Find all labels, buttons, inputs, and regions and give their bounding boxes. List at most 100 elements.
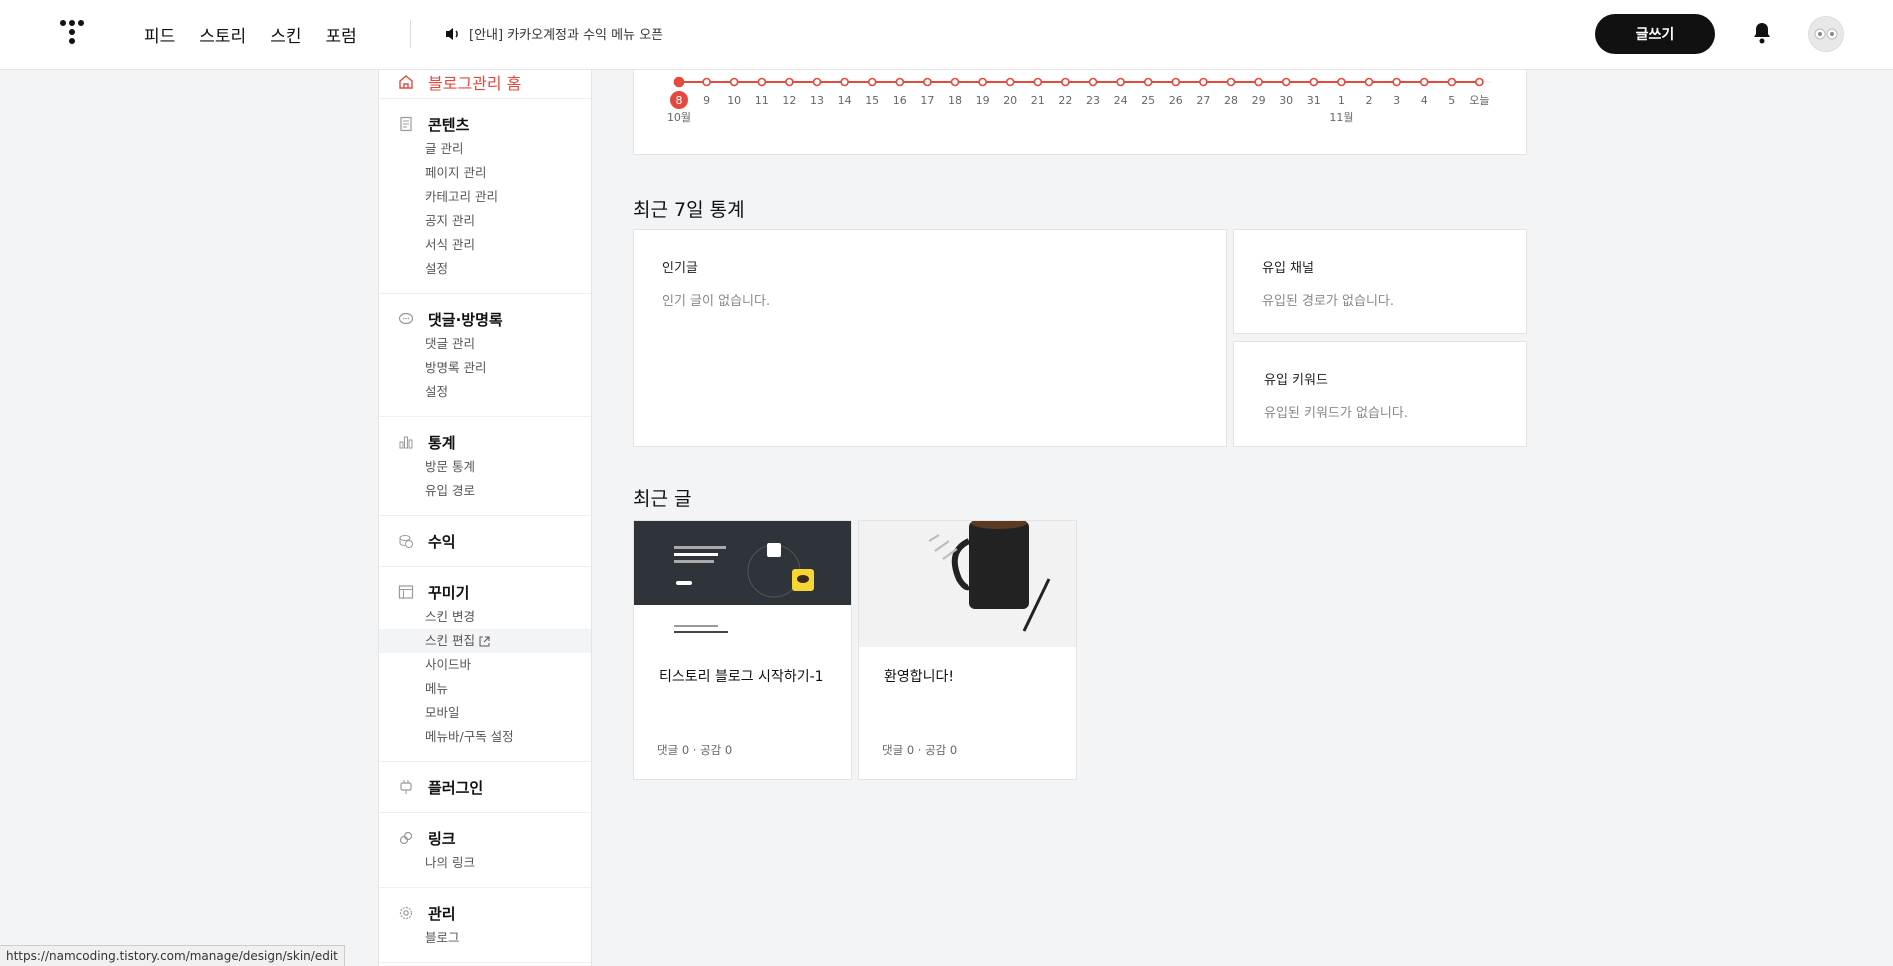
notice-banner[interactable]: [안내] 카카오계정과 수익 메뉴 오픈 [445, 24, 663, 43]
chart-tick-label: 23 [1086, 94, 1100, 107]
chart-tick-label: 19 [976, 94, 990, 107]
post-card[interactable]: 환영합니다! 댓글 0 · 공감 0 [858, 520, 1077, 780]
keyword-empty: 유입된 키워드가 없습니다. [1264, 406, 1408, 421]
sidebar-item-label: 설정 [425, 384, 449, 399]
sidebar-home-label: 블로그관리 홈 [428, 74, 522, 93]
sidebar-item[interactable]: 방문 통계 [379, 455, 591, 479]
sidebar-home-section: 블로그관리 홈 [379, 70, 591, 99]
nav-skin[interactable]: 스킨 [270, 22, 301, 47]
bar-chart-icon [397, 433, 415, 451]
chart-point[interactable] [950, 77, 960, 87]
chart-point[interactable] [1475, 77, 1484, 87]
notice-text: [안내] 카카오계정과 수익 메뉴 오픈 [469, 28, 664, 43]
sidebar-item[interactable]: 나의 링크 [379, 851, 591, 875]
chart-point[interactable] [1281, 77, 1291, 87]
sidebar-heading[interactable]: 수익 [379, 528, 591, 554]
chart-point[interactable] [1143, 77, 1153, 87]
sidebar-heading[interactable]: 꾸미기 [379, 579, 591, 605]
chart-tick-label: 29 [1252, 94, 1266, 107]
chart-point[interactable] [1005, 77, 1015, 87]
chart-point[interactable] [1309, 77, 1319, 87]
chart-point[interactable] [785, 77, 794, 87]
sidebar-item[interactable]: 방명록 관리 [379, 356, 591, 380]
bell-icon[interactable] [1752, 22, 1772, 44]
popular-empty: 인기 글이 없습니다. [662, 294, 771, 309]
sidebar-heading-label: 관리 [428, 904, 456, 923]
post-thumbnail [859, 521, 1076, 647]
chart-point[interactable] [1088, 77, 1098, 87]
chart-tick-label: 16 [893, 94, 907, 107]
sidebar-item[interactable]: 댓글 관리 [379, 332, 591, 356]
sidebar-heading-label: 통계 [428, 433, 456, 452]
sidebar-item-label: 스킨 변경 [425, 609, 475, 624]
chart-point[interactable] [757, 77, 767, 87]
write-button[interactable]: 글쓰기 [1595, 14, 1715, 54]
keyword-card: 유입 키워드 유입된 키워드가 없습니다. [1233, 341, 1527, 447]
chart-point[interactable] [895, 77, 905, 87]
nav-story[interactable]: 스토리 [199, 22, 246, 47]
sidebar-item[interactable]: 메뉴 [379, 677, 591, 701]
chart-point[interactable] [1171, 77, 1181, 87]
chart-point[interactable] [1392, 77, 1401, 87]
chart-point[interactable] [978, 77, 987, 87]
sidebar-item[interactable]: 스킨 변경 [379, 605, 591, 629]
sidebar-item[interactable]: 스킨 편집 [379, 629, 591, 653]
chart-point[interactable] [1364, 77, 1374, 87]
post-card[interactable]: 티스토리 블로그 시작하기-1 댓글 0 · 공감 0 [633, 520, 852, 780]
sidebar-heading[interactable]: 관리 [379, 900, 591, 926]
sidebar-heading-label: 플러그인 [428, 778, 484, 797]
sidebar-heading-label: 링크 [428, 829, 456, 848]
chart-point[interactable] [702, 77, 711, 87]
popular-card: 인기글 인기 글이 없습니다. [633, 229, 1227, 447]
sidebar-item-label: 방문 통계 [425, 459, 475, 474]
chart-point[interactable] [1419, 77, 1429, 87]
post-meta: 댓글 0 · 공감 0 [882, 743, 958, 757]
sidebar-item[interactable]: 설정 [379, 380, 591, 404]
sidebar-home[interactable]: 블로그관리 홈 [379, 70, 591, 94]
chart-point[interactable] [1337, 77, 1346, 87]
post-title[interactable]: 환영합니다! [884, 666, 954, 686]
sidebar-item[interactable]: 유입 경로 [379, 479, 591, 503]
sidebar-heading[interactable]: 링크 [379, 825, 591, 851]
sidebar-section: 콘텐츠 글 관리페이지 관리카테고리 관리공지 관리서식 관리 설정 [379, 99, 591, 294]
chart-point[interactable] [1033, 77, 1043, 87]
sidebar-item[interactable]: 설정 [379, 257, 591, 281]
sidebar-item[interactable]: 사이드바 [379, 653, 591, 677]
tistory-logo[interactable] [58, 18, 86, 48]
sidebar-heading-label: 수익 [428, 532, 456, 551]
sidebar-item[interactable]: 공지 관리 [379, 209, 591, 233]
sidebar-item[interactable]: 모바일 [379, 701, 591, 725]
chart-point[interactable] [867, 77, 877, 87]
chart-point[interactable] [923, 77, 932, 87]
sidebar-item-label: 페이지 관리 [425, 165, 487, 180]
sidebar-item[interactable]: 서식 관리 [379, 233, 591, 257]
sidebar-heading[interactable]: 댓글·방명록 [379, 306, 591, 332]
sidebar-item[interactable]: 카테고리 관리 [379, 185, 591, 209]
sidebar-heading[interactable]: 플러그인 [379, 774, 591, 800]
sidebar-heading[interactable]: 콘텐츠 [379, 111, 591, 137]
chart-point[interactable] [1061, 77, 1070, 87]
avatar[interactable] [1808, 16, 1844, 52]
chart-tick-label: 오늘 [1469, 94, 1489, 107]
chart-point[interactable] [673, 76, 685, 88]
sidebar-item[interactable]: 메뉴바/구독 설정 [379, 725, 591, 749]
chart-point[interactable] [1254, 77, 1263, 87]
sidebar-heading[interactable]: 통계 [379, 429, 591, 455]
sidebar-item[interactable]: 블로그 [379, 926, 591, 950]
sidebar-item[interactable]: 페이지 관리 [379, 161, 591, 185]
chart-point[interactable] [840, 77, 849, 87]
nav-feed[interactable]: 피드 [144, 22, 175, 47]
chart-point[interactable] [729, 77, 739, 87]
chart-point[interactable] [1447, 77, 1457, 87]
post-title[interactable]: 티스토리 블로그 시작하기-1 [659, 666, 824, 686]
chart-point[interactable] [812, 77, 822, 87]
sidebar-item[interactable]: 글 관리 [379, 137, 591, 161]
sidebar-item-label: 카테고리 관리 [425, 189, 498, 204]
nav-forum[interactable]: 포럼 [325, 22, 356, 47]
chart-point[interactable] [1199, 77, 1208, 87]
chart-point[interactable] [1226, 77, 1236, 87]
sidebar-item-label: 공지 관리 [425, 213, 475, 228]
chart-tick-label: 14 [838, 94, 852, 107]
sidebar-item-label: 메뉴 [425, 681, 449, 696]
chart-point[interactable] [1116, 77, 1125, 87]
